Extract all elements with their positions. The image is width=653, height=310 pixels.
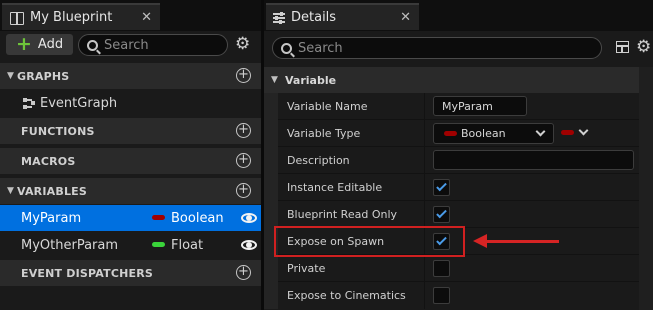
variable-type-value: Boolean — [461, 127, 506, 140]
collapse-arrow-icon: ▼ — [271, 75, 278, 85]
property-variable-type: Variable Type Boolean — [264, 120, 653, 147]
blueprint-search-box[interactable] — [78, 34, 228, 56]
details-panel: Details ✕ ⚙ ▼ Variable Variable Name MyP… — [264, 0, 653, 310]
blueprint-book-icon — [10, 11, 24, 25]
tab-my-blueprint[interactable]: My Blueprint ✕ — [2, 3, 160, 30]
add-graph-icon[interactable]: + — [236, 68, 251, 83]
add-button[interactable]: + Add — [6, 34, 73, 55]
variable-row-myparam[interactable]: MyParam Boolean — [0, 205, 261, 231]
add-event-dispatcher-icon[interactable]: + — [236, 265, 251, 280]
property-label: Instance Editable — [287, 181, 383, 194]
close-icon[interactable]: ✕ — [400, 10, 411, 25]
section-event-dispatchers[interactable]: EVENT DISPATCHERS + — [0, 260, 261, 286]
tab-details[interactable]: Details ✕ — [266, 3, 419, 30]
tab-title: My Blueprint — [30, 10, 113, 25]
float-type-pill-icon — [152, 242, 165, 247]
event-graph-icon — [23, 98, 36, 109]
checkmark-icon — [436, 207, 447, 219]
annotation-arrow-line — [484, 240, 559, 243]
property-label: Private — [287, 262, 326, 275]
graph-item-label: EventGraph — [40, 95, 118, 111]
blueprint-search-input[interactable] — [104, 37, 214, 53]
property-matrix-icon[interactable] — [616, 41, 629, 53]
section-variable[interactable]: ▼ Variable — [264, 67, 653, 93]
details-scroll-gutter — [639, 67, 653, 310]
add-macro-icon[interactable]: + — [236, 153, 251, 168]
variable-type: Float — [171, 237, 204, 253]
section-functions[interactable]: FUNCTIONS + — [0, 118, 261, 144]
property-private: Private — [264, 255, 653, 282]
instance-editable-checkbox[interactable] — [433, 179, 450, 196]
add-button-label: Add — [37, 37, 64, 52]
variable-type: Boolean — [171, 210, 224, 226]
variable-row-myotherparam[interactable]: MyOtherParam Float — [0, 232, 261, 258]
section-label: Variable — [285, 73, 337, 87]
variable-type-dropdown[interactable]: Boolean — [433, 123, 554, 144]
annotation-highlight-box — [274, 226, 465, 257]
add-variable-icon[interactable]: + — [236, 183, 251, 198]
boolean-type-pill-icon — [444, 131, 457, 136]
section-label: VARIABLES — [17, 184, 87, 198]
property-label: Description — [287, 154, 350, 167]
property-label: Expose to Cinematics — [287, 289, 406, 302]
description-field[interactable] — [433, 150, 634, 170]
settings-gear-icon[interactable]: ⚙ — [636, 39, 651, 56]
variable-name: MyParam — [21, 210, 82, 226]
visibility-eye-icon[interactable] — [241, 238, 257, 252]
property-variable-name: Variable Name MyParam — [264, 93, 653, 120]
blueprint-read-only-checkbox[interactable] — [433, 206, 450, 223]
details-search-input[interactable] — [298, 40, 578, 56]
left-tab-bar: My Blueprint ✕ — [0, 0, 261, 31]
right-tab-bar: Details ✕ — [264, 0, 653, 31]
property-blueprint-read-only: Blueprint Read Only — [264, 201, 653, 228]
section-label: GRAPHS — [17, 69, 70, 83]
details-search-box[interactable] — [272, 37, 602, 59]
section-label: FUNCTIONS — [21, 124, 95, 138]
add-function-icon[interactable]: + — [236, 123, 251, 138]
section-label: MACROS — [21, 154, 76, 168]
details-sliders-icon — [273, 11, 285, 24]
collapse-arrow-icon: ▼ — [7, 71, 14, 81]
collapse-arrow-icon: ▼ — [7, 186, 14, 196]
expose-to-cinematics-checkbox[interactable] — [433, 287, 450, 304]
variable-name: MyOtherParam — [21, 237, 119, 253]
graph-item-eventgraph[interactable]: EventGraph — [0, 90, 261, 116]
section-graphs[interactable]: ▼ GRAPHS + — [0, 63, 261, 89]
property-instance-editable: Instance Editable — [264, 174, 653, 201]
property-description: Description — [264, 147, 653, 174]
my-blueprint-panel: My Blueprint ✕ + Add ⚙ ▼ GRAPHS + EventG… — [0, 0, 261, 310]
blueprint-toolbar: + Add ⚙ — [0, 31, 261, 59]
container-type-pill-icon — [561, 130, 574, 135]
section-macros[interactable]: MACROS + — [0, 148, 261, 174]
close-icon[interactable]: ✕ — [141, 10, 152, 25]
private-checkbox[interactable] — [433, 260, 450, 277]
section-variables[interactable]: ▼ VARIABLES + — [0, 178, 261, 204]
checkmark-icon — [436, 180, 447, 192]
section-label: EVENT DISPATCHERS — [21, 266, 154, 280]
container-type-chevron-down-icon[interactable] — [578, 125, 589, 136]
plus-icon: + — [16, 33, 32, 55]
property-label: Variable Type — [287, 127, 361, 140]
tab-title: Details — [291, 10, 337, 25]
property-label: Variable Name — [287, 100, 368, 113]
visibility-eye-icon[interactable] — [241, 211, 257, 225]
search-icon — [87, 39, 98, 51]
variable-name-field[interactable]: MyParam — [433, 96, 527, 116]
chevron-down-icon — [535, 126, 546, 137]
boolean-type-pill-icon — [152, 215, 165, 220]
property-label: Blueprint Read Only — [287, 208, 398, 221]
search-icon — [281, 42, 292, 54]
settings-gear-icon[interactable]: ⚙ — [235, 36, 250, 53]
property-expose-to-cinematics: Expose to Cinematics — [264, 282, 653, 309]
